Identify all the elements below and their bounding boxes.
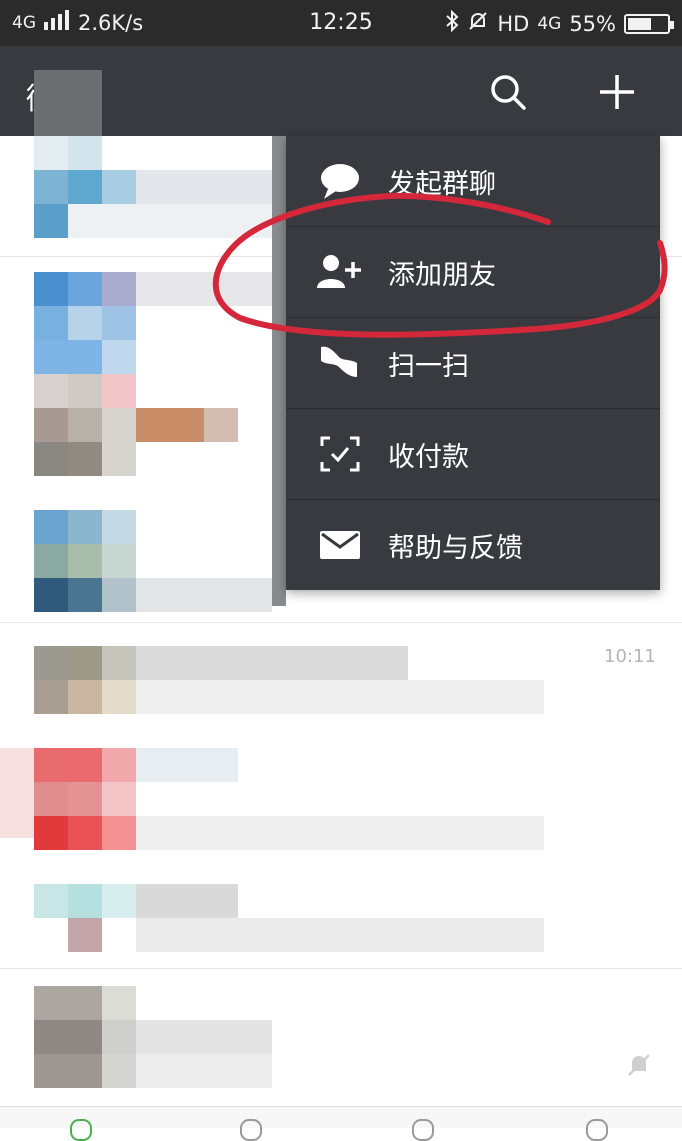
payment-scan-icon: [310, 434, 370, 474]
app-bar: 微: [0, 46, 682, 136]
tab-discover-icon[interactable]: [412, 1119, 434, 1141]
plus-icon: [600, 75, 634, 109]
hd-label: HD: [497, 11, 530, 36]
menu-label-add-friend: 添加朋友: [388, 259, 496, 291]
battery-icon: [624, 13, 674, 34]
chat-bubble-icon: [310, 161, 370, 201]
scan-icon: [310, 343, 370, 383]
menu-label-group-chat: 发起群聊: [388, 168, 496, 200]
menu-shadow-blur: [272, 136, 286, 606]
menu-item-payment[interactable]: 收付款: [286, 409, 660, 499]
envelope-icon: [310, 525, 370, 565]
status-bar: 4G 2.6K/s 12:25 HD 4G 55%: [0, 0, 682, 46]
bluetooth-icon: [445, 9, 459, 37]
menu-item-add-friend[interactable]: 添加朋友: [286, 227, 660, 317]
add-button[interactable]: [593, 68, 641, 116]
mute-notification-icon: [467, 10, 489, 37]
mute-bell-icon: [624, 1050, 654, 1084]
tab-contacts-icon[interactable]: [240, 1119, 262, 1141]
search-icon: [491, 75, 526, 110]
bottom-tab-bar: [0, 1106, 682, 1141]
menu-item-group-chat[interactable]: 发起群聊: [286, 136, 660, 226]
menu-label-scan: 扫一扫: [388, 350, 469, 382]
status-right: HD 4G 55%: [445, 9, 674, 37]
chat-time: 10:11: [604, 646, 656, 667]
battery-percent: 55%: [569, 11, 616, 36]
tab-me-icon[interactable]: [586, 1119, 608, 1141]
network-type-right: 4G: [537, 13, 562, 34]
menu-label-payment: 收付款: [388, 441, 469, 473]
blur-patch: [34, 70, 102, 136]
search-button[interactable]: [484, 68, 532, 116]
menu-item-scan[interactable]: 扫一扫: [286, 318, 660, 408]
add-friend-icon: [310, 252, 370, 292]
add-popup-menu: 发起群聊 添加朋友 扫一扫 收付款 帮助与反馈: [286, 136, 660, 590]
menu-item-help-feedback[interactable]: 帮助与反馈: [286, 500, 660, 590]
menu-label-help-feedback: 帮助与反馈: [388, 532, 523, 564]
tab-chats-icon[interactable]: [70, 1119, 92, 1141]
